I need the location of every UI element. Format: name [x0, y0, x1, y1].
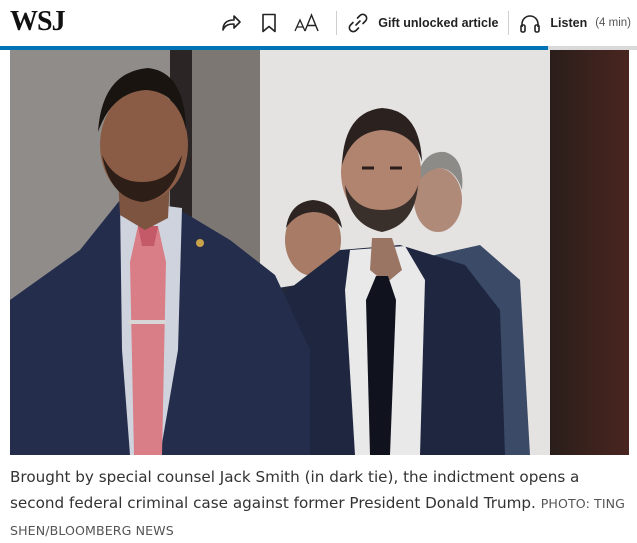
gift-article-label: Gift unlocked article: [378, 16, 499, 30]
text-size-button[interactable]: [288, 0, 326, 46]
link-icon: [347, 12, 369, 34]
top-bar: WSJ Gift unlocked article Listen (4 min): [0, 0, 637, 48]
photo-caption: Brought by special counsel Jack Smith (i…: [10, 464, 630, 543]
caption-text: Brought by special counsel Jack Smith (i…: [10, 468, 580, 512]
listen-label: Listen: [550, 16, 588, 30]
text-size-icon: [294, 13, 320, 33]
headphones-icon: [519, 13, 541, 33]
toolbar-divider: [508, 11, 510, 35]
share-button[interactable]: [212, 0, 250, 46]
listen-button[interactable]: Listen (4 min): [519, 0, 631, 46]
share-icon: [220, 13, 242, 33]
toolbar-divider: [336, 11, 338, 35]
bookmark-button[interactable]: [250, 0, 288, 46]
article-toolbar: Gift unlocked article Listen (4 min): [212, 0, 631, 46]
wsj-logo[interactable]: WSJ: [10, 6, 66, 38]
gift-article-button[interactable]: Gift unlocked article: [347, 0, 498, 46]
bookmark-icon: [261, 13, 277, 33]
article-hero-photo: [10, 50, 629, 455]
listen-duration: (4 min): [595, 17, 631, 29]
